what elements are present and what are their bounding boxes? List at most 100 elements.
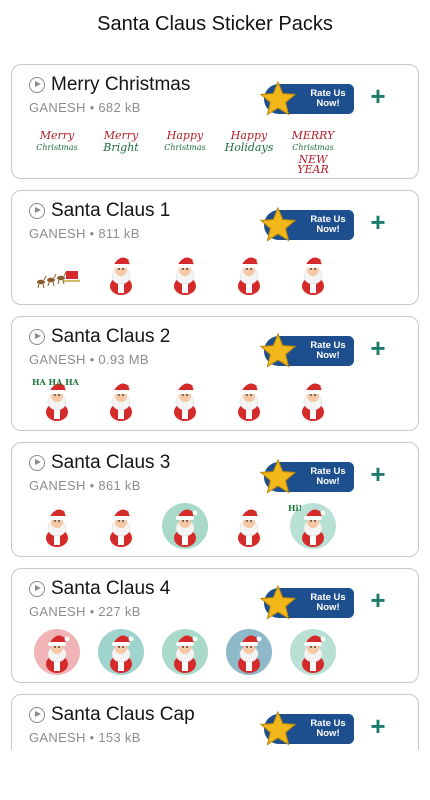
sticker-pack-card[interactable]: Santa Claus 1 GANESH • 811 kB Rate Us Now! + [11, 190, 419, 305]
pack-author: GANESH [29, 604, 86, 619]
meta-separator: • [85, 352, 99, 367]
sticker-image[interactable] [288, 627, 338, 677]
meta-separator: • [85, 604, 99, 619]
pack-size: 811 kB [98, 226, 140, 241]
pack-name: Merry Christmas [51, 74, 191, 95]
rate-text: Rate Us Now! [302, 341, 354, 361]
sticker-image[interactable]: HA HA HA [32, 375, 82, 425]
sticker-image[interactable] [160, 627, 210, 677]
rate-us-button[interactable]: Rate Us Now! [258, 709, 354, 749]
sticker-text: NEW YEAR [297, 153, 329, 176]
sticker-image[interactable] [160, 249, 210, 299]
sticker-image[interactable] [160, 501, 210, 551]
pack-size: 0.93 MB [98, 352, 149, 367]
pack-author: GANESH [29, 478, 86, 493]
sticker-image[interactable] [32, 627, 82, 677]
meta-separator: • [85, 226, 99, 241]
pack-name: Santa Claus 2 [51, 326, 171, 347]
sticker-text: Bright [103, 141, 139, 154]
meta-separator: • [85, 478, 99, 493]
add-pack-icon[interactable]: + [367, 335, 389, 361]
pack-meta: GANESH • 682 kB [29, 100, 141, 116]
sticker-image[interactable] [224, 501, 274, 551]
sticker-text: Christmas [164, 143, 206, 152]
app-title: Santa Claus Sticker Packs [97, 13, 333, 35]
rate-us-button[interactable]: Rate Us Now! [258, 457, 354, 497]
sticker-pack-card[interactable]: Santa Claus Cap GANESH • 153 kB Rate Us Now… [11, 694, 419, 750]
sticker-image[interactable] [32, 501, 82, 551]
sticker-image[interactable]: Hi! [288, 501, 338, 551]
sticker-image[interactable]: Happy Christmas [160, 123, 210, 173]
pack-name: Santa Claus 1 [51, 200, 171, 221]
sticker-image[interactable] [96, 249, 146, 299]
sticker-image[interactable] [288, 375, 338, 425]
sticker-image[interactable] [224, 627, 274, 677]
rate-text: Rate Us Now! [302, 215, 354, 235]
rate-us-button[interactable]: Rate Us Now! [258, 205, 354, 245]
rate-text: Rate Us Now! [302, 719, 354, 739]
add-pack-icon[interactable]: + [367, 209, 389, 235]
play-icon[interactable] [29, 77, 45, 93]
pack-size: 153 kB [98, 730, 141, 745]
rate-text: Rate Us Now! [302, 467, 354, 487]
sticker-image[interactable]: Merry Bright [96, 123, 146, 173]
sticker-text: Happy [166, 129, 204, 142]
sticker-row: HA HA HA [24, 375, 414, 425]
sticker-row: Hi! [24, 501, 414, 551]
sticker-image[interactable]: Happy Holidays [224, 123, 274, 173]
pack-name: Santa Claus 3 [51, 452, 171, 473]
rate-us-button[interactable]: Rate Us Now! [258, 80, 354, 117]
sticker-image[interactable] [32, 249, 82, 299]
pack-list[interactable]: Merry Christmas GANESH • 682 kB Rate Us Now… [11, 64, 419, 750]
sticker-image[interactable] [96, 375, 146, 425]
add-pack-icon[interactable]: + [367, 587, 389, 613]
play-icon[interactable] [29, 707, 45, 723]
pack-size: 861 kB [98, 478, 141, 493]
pack-author: GANESH [29, 226, 86, 241]
sticker-image[interactable] [96, 627, 146, 677]
pack-author: GANESH [29, 352, 86, 367]
sticker-label: HA HA HA [32, 377, 79, 387]
star-icon [258, 457, 298, 497]
rate-text: Rate Us Now! [302, 89, 354, 109]
rate-line-2: Now! [316, 728, 340, 739]
sticker-pack-card[interactable]: Santa Claus 4 GANESH • 227 kB Rate Us Now! + [11, 568, 419, 683]
add-pack-icon[interactable]: + [367, 83, 389, 109]
sticker-image[interactable] [224, 249, 274, 299]
sticker-row: Merry Christmas Merry Bright Happy Christmas H… [24, 123, 414, 176]
pack-name: Santa Claus Cap [51, 704, 195, 725]
rate-line-2: Now! [316, 350, 340, 361]
sticker-row [24, 249, 414, 299]
pack-size: 682 kB [98, 100, 141, 115]
sticker-image[interactable]: MERRY Christmas NEW YEAR [288, 123, 338, 176]
play-icon[interactable] [29, 455, 45, 471]
rate-us-button[interactable]: Rate Us Now! [258, 584, 354, 621]
add-pack-icon[interactable]: + [367, 461, 389, 487]
rate-line-2: Now! [316, 98, 340, 109]
sticker-image[interactable] [160, 375, 210, 425]
pack-meta: GANESH • 861 kB [29, 478, 141, 494]
sticker-pack-card[interactable]: Merry Christmas GANESH • 682 kB Rate Us Now… [11, 64, 419, 179]
add-pack-icon[interactable]: + [367, 713, 389, 739]
sticker-text: Holidays [224, 141, 274, 154]
sticker-pack-card[interactable]: Santa Claus 2 GANESH • 0.93 MB Rate Us Now!… [11, 316, 419, 431]
sticker-image[interactable] [288, 249, 338, 299]
pack-meta: GANESH • 0.93 MB [29, 352, 149, 368]
sticker-text: Merry [39, 129, 75, 142]
star-icon [258, 205, 298, 245]
sticker-image[interactable] [224, 375, 274, 425]
sticker-image[interactable] [96, 501, 146, 551]
sticker-pack-card[interactable]: Santa Claus 3 GANESH • 861 kB Rate Us Now! +… [11, 442, 419, 557]
rate-us-button[interactable]: Rate Us Now! [258, 332, 354, 369]
rate-line-2: Now! [316, 224, 340, 235]
pack-author: GANESH [29, 730, 86, 745]
play-icon[interactable] [29, 329, 45, 345]
play-icon[interactable] [29, 203, 45, 219]
rate-line-2: Now! [316, 476, 340, 487]
star-icon [258, 709, 298, 749]
sticker-image[interactable]: Merry Christmas [32, 123, 82, 173]
pack-name: Santa Claus 4 [51, 578, 171, 599]
sticker-text: Christmas [36, 143, 78, 152]
play-icon[interactable] [29, 581, 45, 597]
sticker-text: Christmas [292, 143, 334, 152]
